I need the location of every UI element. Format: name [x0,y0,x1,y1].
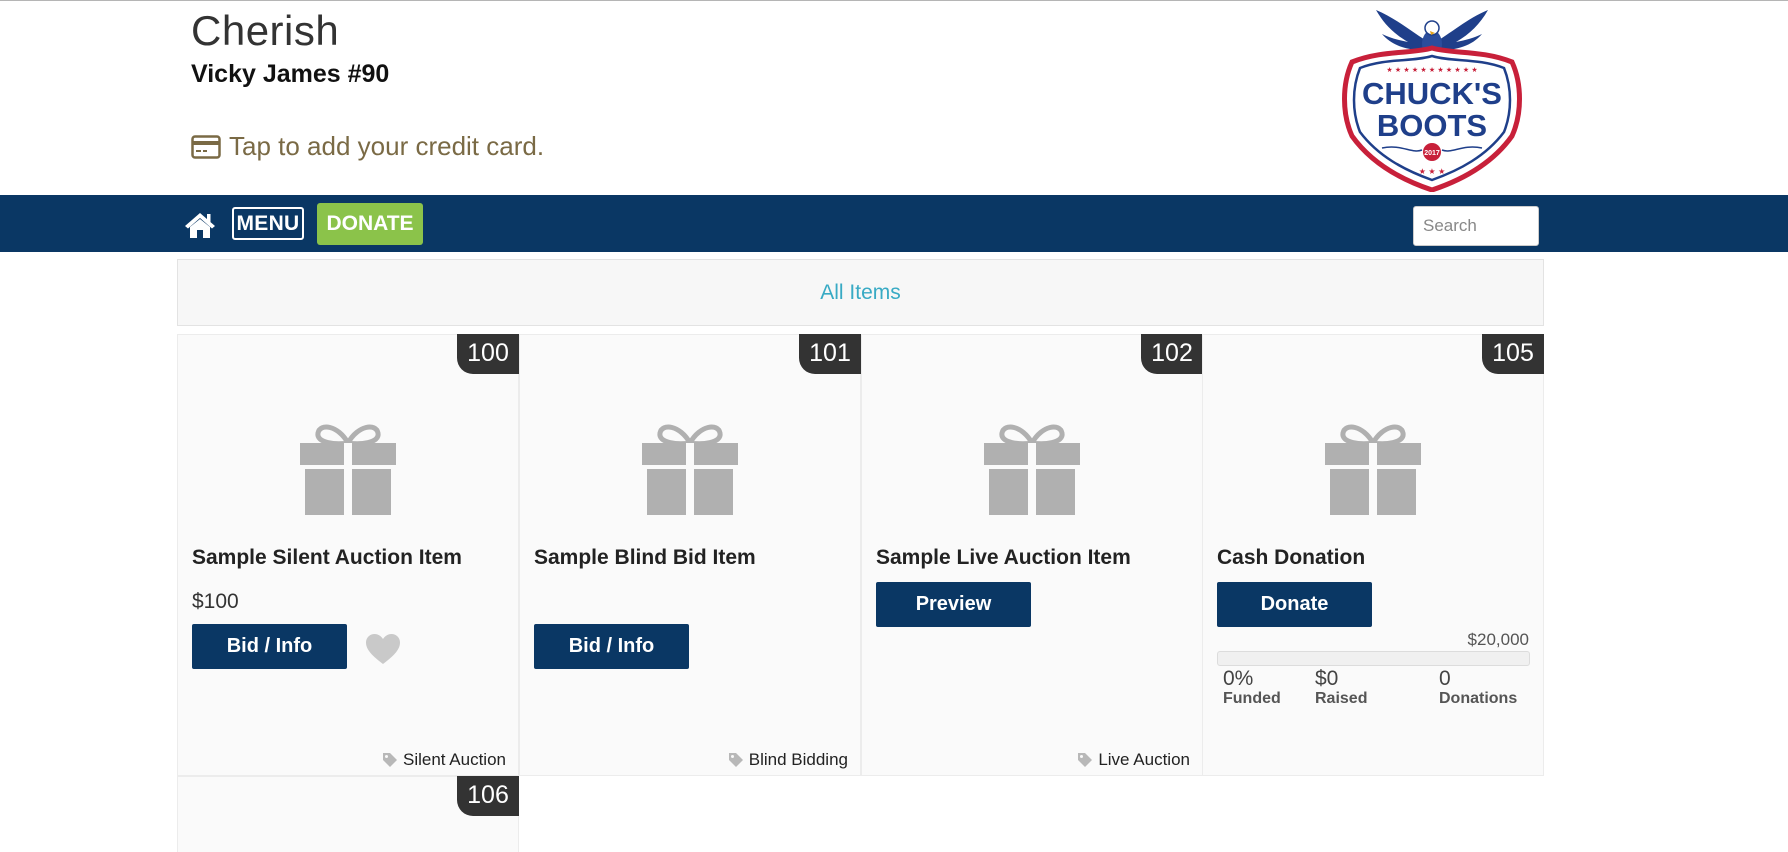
stat-raised-value: $0 [1315,667,1339,690]
item-category-label: Live Auction [1098,750,1190,769]
bid-info-button[interactable]: Bid / Info [534,624,689,669]
add-credit-card-link[interactable]: Tap to add your credit card. [191,131,544,162]
item-category-label: Silent Auction [402,750,506,769]
item-card-106[interactable]: 106 [177,776,519,852]
gift-icon [300,424,396,515]
item-card-101[interactable]: 101 Sample Blind Bid Item Bid / Info Bli… [519,334,861,776]
item-number-badge: 101 [799,334,861,374]
bid-info-button[interactable]: Bid / Info [192,624,347,669]
item-title[interactable]: Sample Blind Bid Item [534,546,756,570]
stat-funded: 0% Funded [1223,668,1281,708]
gift-icon [642,424,738,515]
item-price: $100 [192,590,239,613]
items-grid: 100 Sample Silent Auction Item $100 Bid … [177,334,1544,852]
item-title[interactable]: Sample Silent Auction Item [192,546,462,570]
donate-nav-button[interactable]: DONATE [317,203,423,245]
item-number-badge: 100 [457,334,519,374]
main-navbar: MENU DONATE [0,195,1788,252]
item-number-badge: 106 [457,776,519,816]
funding-progress-bar [1217,651,1530,666]
stat-donations-label: Donations [1439,690,1518,707]
stat-raised-label: Raised [1315,690,1368,707]
preview-button[interactable]: Preview [876,582,1031,627]
gift-icon [1325,424,1421,515]
item-number-badge: 102 [1141,334,1203,374]
item-category-label: Blind Bidding [748,750,848,769]
item-category-tag[interactable]: Silent Auction [382,750,506,770]
logo-line-1: CHUCK'S [1362,76,1502,111]
credit-card-icon [191,134,221,159]
page-header: Cherish Vicky James #90 Tap to add your … [0,1,1788,195]
user-name-number: Vicky James #90 [191,60,390,88]
gift-icon [984,424,1080,515]
chucks-boots-logo: ★ ★ ★ ★ ★ ★ ★ ★ ★ ★ ★ CHUCK'S BOOTS 2017… [1342,10,1522,192]
search-input[interactable] [1413,206,1539,246]
item-title[interactable]: Sample Live Auction Item [876,546,1131,570]
donation-goal: $20,000 [1467,630,1529,649]
menu-button[interactable]: MENU [232,207,304,240]
item-category-tag[interactable]: Live Auction [1077,750,1190,770]
home-icon[interactable] [184,211,216,239]
stat-donations: 0 Donations [1439,668,1517,708]
stat-raised: $0 Raised [1315,668,1367,708]
tag-icon [728,753,743,767]
svg-text:★ ★ ★ ★ ★ ★ ★ ★ ★ ★ ★: ★ ★ ★ ★ ★ ★ ★ ★ ★ ★ ★ [1386,66,1477,74]
item-category-tag[interactable]: Blind Bidding [728,750,848,770]
item-card-100[interactable]: 100 Sample Silent Auction Item $100 Bid … [177,334,519,776]
stat-funded-value: 0% [1223,667,1254,690]
add-credit-card-text: Tap to add your credit card. [229,131,545,161]
stat-donations-value: 0 [1439,667,1451,690]
logo-line-2: BOOTS [1377,108,1487,143]
item-number-badge: 105 [1482,334,1544,374]
stat-funded-label: Funded [1223,690,1281,707]
item-card-105[interactable]: 105 Cash Donation Donate $20,000 0% Fund… [1202,334,1544,776]
item-card-102[interactable]: 102 Sample Live Auction Item Preview Liv… [861,334,1203,776]
category-bar: All Items [177,259,1544,326]
heart-icon[interactable] [365,633,401,665]
event-title: Cherish [191,7,340,54]
category-all-items[interactable]: All Items [178,260,1543,325]
tag-icon [382,753,397,767]
tag-icon [1078,753,1093,767]
logo-seal: 2017 [1424,150,1440,157]
svg-text:★ ★ ★: ★ ★ ★ [1419,167,1446,176]
item-title[interactable]: Cash Donation [1217,546,1365,570]
donate-item-button[interactable]: Donate [1217,582,1372,627]
